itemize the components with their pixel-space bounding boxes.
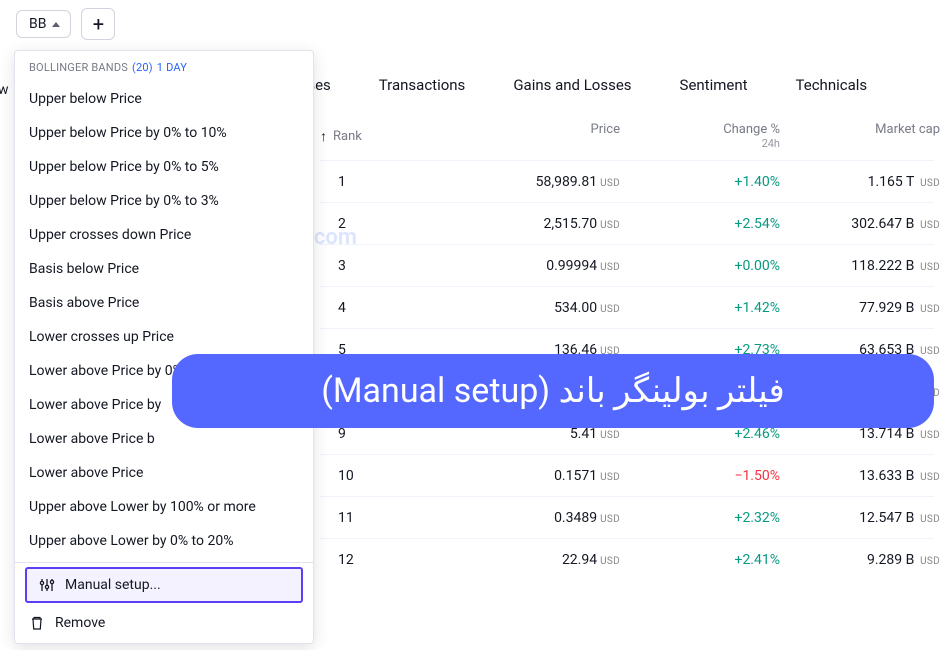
cell-change: −1.50% [620, 468, 780, 484]
dropdown-option[interactable]: Lower above Price b [15, 422, 313, 456]
tab-sentiment[interactable]: Sentiment [680, 76, 748, 94]
tab-technicals[interactable]: Technicals [796, 76, 868, 94]
cell-mcap: 9.289 B USD [780, 552, 940, 568]
cell-mcap: 118.222 B USD [780, 258, 940, 274]
edge-fragment: w [0, 82, 9, 98]
dropdown-option[interactable]: Upper below Price by 0% to 3% [15, 184, 313, 218]
category-tabs: Addresses Transactions Gains and Losses … [260, 76, 867, 94]
dropdown-option[interactable]: Upper below Price [15, 82, 313, 116]
table-row[interactable]: 80.10123USD+3.31%14.756 B USD [320, 370, 934, 412]
cell-change: +2.46% [620, 426, 780, 442]
cell-change: +2.73% [620, 342, 780, 358]
cell-rank: 10 [320, 468, 440, 484]
table-row[interactable]: 4534.00USD+1.42%77.929 B USD [320, 286, 934, 328]
cell-price: 0.1571USD [440, 468, 620, 484]
cell-rank: 11 [320, 510, 440, 526]
dropdown-option[interactable]: Basis below Price [15, 252, 313, 286]
cell-price: 0.3489USD [440, 510, 620, 526]
col-price[interactable]: Price [440, 122, 620, 150]
table-row[interactable]: 158,989.81USD+1.40%1.165 T USD [320, 160, 934, 202]
dropdown-option[interactable]: Lower crosses up Price [15, 320, 313, 354]
cell-mcap: 302.647 B USD [780, 216, 940, 232]
add-filter-button[interactable]: + [81, 8, 115, 40]
table-row[interactable]: 1222.94USD+2.41%9.289 B USD [320, 538, 934, 580]
cell-mcap: 14.756 B USD [780, 384, 940, 400]
cell-mcap: 13.714 B USD [780, 426, 940, 442]
trash-icon [29, 615, 45, 631]
cell-change: +1.40% [620, 174, 780, 190]
dropdown-option[interactable]: Upper above Lower by 100% or more [15, 490, 313, 524]
dropdown-option[interactable]: Upper above Lower by 0% to 20% [15, 524, 313, 558]
table-row[interactable]: 110.3489USD+2.32%12.547 B USD [320, 496, 934, 538]
dropdown-option[interactable]: Upper below Price by 0% to 5% [15, 150, 313, 184]
dropdown-option[interactable]: Lower above Price by [15, 388, 313, 422]
cell-mcap: 63.653 B USD [780, 342, 940, 358]
cell-price: 22.94USD [440, 552, 620, 568]
cell-price: 2,515.70USD [440, 216, 620, 232]
remove-label: Remove [55, 615, 105, 631]
col-rank[interactable]: ↑ Rank [320, 122, 440, 150]
cell-rank: 8 [320, 384, 440, 400]
cell-mcap: 77.929 B USD [780, 300, 940, 316]
dropdown-separator [15, 562, 313, 563]
cell-price: 58,989.81USD [440, 174, 620, 190]
sort-asc-icon: ↑ [320, 128, 327, 145]
table-row[interactable]: 100.1571USD−1.50%13.633 B USD [320, 454, 934, 496]
tab-gains-losses[interactable]: Gains and Losses [513, 76, 631, 94]
table-row[interactable]: 22,515.70USD+2.54%302.647 B USD [320, 202, 934, 244]
table-row[interactable]: 30.99994USD+0.00%118.222 B USD [320, 244, 934, 286]
cell-rank: 5 [320, 342, 440, 358]
cell-rank: 9 [320, 426, 440, 442]
cell-change: +2.32% [620, 510, 780, 526]
bb-filter-label: BB [29, 16, 46, 32]
table-row[interactable]: 5136.46USD+2.73%63.653 B USD [320, 328, 934, 370]
dropdown-option[interactable]: Upper crosses down Price [15, 218, 313, 252]
cell-rank: 2 [320, 216, 440, 232]
dropdown-option[interactable]: Lower above Price [15, 456, 313, 490]
cell-mcap: 13.633 B USD [780, 468, 940, 484]
cell-rank: 3 [320, 258, 440, 274]
dropdown-header: BOLLINGER BANDS (20) 1 DAY [15, 51, 313, 82]
cell-mcap: 1.165 T USD [780, 174, 940, 190]
manual-setup-label: Manual setup... [65, 577, 161, 593]
cell-price: 5.41USD [440, 426, 620, 442]
table-body: 158,989.81USD+1.40%1.165 T USD22,515.70U… [320, 160, 934, 580]
cell-change: +2.54% [620, 216, 780, 232]
bb-filter-pill[interactable]: BB [16, 10, 71, 38]
table-row[interactable]: 95.41USD+2.46%13.714 B USD [320, 412, 934, 454]
cell-mcap: 12.547 B USD [780, 510, 940, 526]
cell-price: 534.00USD [440, 300, 620, 316]
col-mcap[interactable]: Market cap [780, 122, 940, 150]
sliders-icon [39, 577, 55, 593]
cell-price: 136.46USD [440, 342, 620, 358]
manual-setup-button[interactable]: Manual setup... [25, 567, 303, 603]
dropdown-option[interactable]: Basis above Price [15, 286, 313, 320]
cell-price: 0.99994USD [440, 258, 620, 274]
cell-change: +3.31% [620, 384, 780, 400]
table-header: ↑ Rank Price Change % 24h Market cap [320, 122, 934, 150]
dropdown-option[interactable]: Upper below Price by 0% to 10% [15, 116, 313, 150]
cell-change: +0.00% [620, 258, 780, 274]
remove-button[interactable]: Remove [15, 607, 313, 641]
dropdown-option[interactable]: Lower above Price by 0% to 3% [15, 354, 313, 388]
tab-transactions[interactable]: Transactions [379, 76, 466, 94]
cell-rank: 12 [320, 552, 440, 568]
bb-dropdown: BOLLINGER BANDS (20) 1 DAY Upper below P… [14, 50, 314, 644]
cell-change: +2.41% [620, 552, 780, 568]
plus-icon: + [93, 14, 104, 34]
cell-change: +1.42% [620, 300, 780, 316]
chevron-up-icon [52, 22, 60, 27]
col-change[interactable]: Change % 24h [620, 122, 780, 150]
cell-rank: 1 [320, 174, 440, 190]
cell-price: 0.10123USD [440, 384, 620, 400]
cell-rank: 4 [320, 300, 440, 316]
